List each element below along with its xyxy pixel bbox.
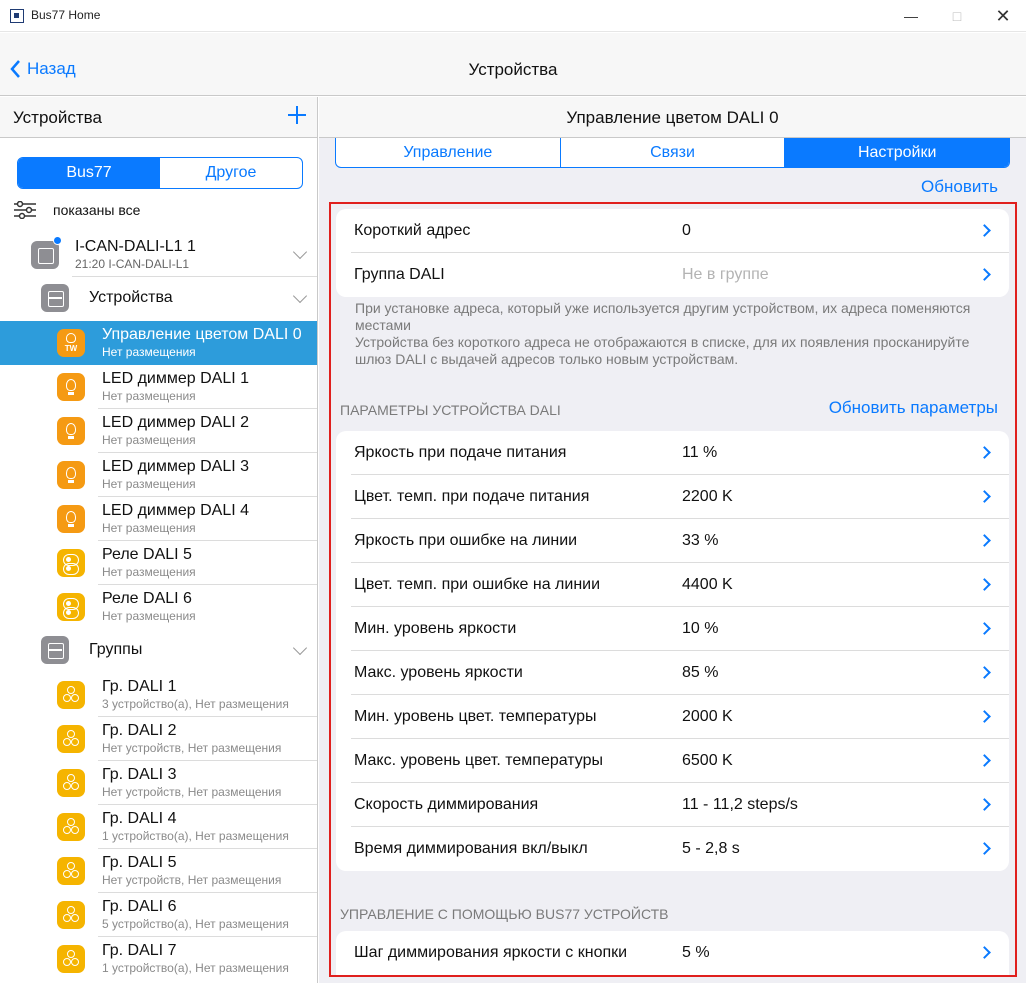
group-row[interactable]: Гр. DALI 5 Нет устройств, Нет размещения [0, 849, 317, 893]
tw-badge: TW [64, 344, 78, 353]
device-row[interactable]: LED диммер DALI 3 Нет размещения [0, 453, 317, 497]
filter-sliders-icon [14, 201, 36, 219]
group-sub: Нет устройств, Нет размещения [102, 873, 282, 887]
filter-label: показаны все [53, 202, 141, 218]
refresh-button[interactable]: Обновить [921, 177, 998, 197]
group-icon [57, 681, 85, 709]
add-icon[interactable] [287, 105, 307, 125]
status-dot [53, 236, 62, 245]
tab-control[interactable]: Управление [336, 138, 561, 167]
device-row[interactable]: LED диммер DALI 2 Нет размещения [0, 409, 317, 453]
group-sub: 3 устройство(а), Нет размещения [102, 697, 289, 711]
group-icon [57, 725, 85, 753]
device-row-selected[interactable]: TW Управление цветом DALI 0 Нет размещени… [0, 321, 317, 365]
device-settings-panel: Управление цветом DALI 0 Управление Связ… [319, 97, 1026, 983]
group-name: Гр. DALI 2 [102, 722, 177, 739]
devices-folder-label: Устройства [89, 289, 173, 306]
highlight-frame [329, 202, 1017, 977]
device-sub: Нет размещения [102, 565, 196, 579]
device-tree-panel: Устройства Bus77 Другое показаны все I-C… [0, 97, 318, 983]
divider [72, 276, 317, 277]
source-segmented-control: Bus77 Другое [17, 157, 303, 189]
group-icon [57, 857, 85, 885]
bulb-icon [57, 417, 85, 445]
devices-folder-row[interactable]: Устройства [0, 279, 317, 319]
segment-other[interactable]: Другое [160, 158, 302, 188]
minimize-icon[interactable]: — [888, 0, 934, 32]
group-row[interactable]: Гр. DALI 3 Нет устройств, Нет размещения [0, 761, 317, 805]
chevron-down-icon[interactable] [292, 640, 308, 656]
group-sub: 5 устройство(а), Нет размещения [102, 917, 289, 931]
bulb-icon [57, 461, 85, 489]
group-row[interactable]: Гр. DALI 1 3 устройство(а), Нет размещени… [0, 673, 317, 717]
group-row[interactable]: Гр. DALI 7 1 устройство(а), Нет размещени… [0, 937, 317, 981]
device-name: Управление цветом DALI 0 [102, 326, 302, 343]
device-title: Управление цветом DALI 0 [319, 97, 1026, 138]
chip-icon [31, 241, 59, 269]
group-icon [57, 945, 85, 973]
device-sub: Нет размещения [102, 609, 196, 623]
group-row[interactable]: Гр. DALI 6 5 устройство(а), Нет размещени… [0, 893, 317, 937]
group-name: Гр. DALI 3 [102, 766, 177, 783]
group-icon [57, 813, 85, 841]
navigation-bar: Назад Устройства [0, 33, 1026, 96]
device-row[interactable]: Реле DALI 5 Нет размещения [0, 541, 317, 585]
group-sub: Нет устройств, Нет размещения [102, 785, 282, 799]
group-name: Гр. DALI 4 [102, 810, 177, 827]
device-name: LED диммер DALI 4 [102, 502, 249, 519]
group-name: Гр. DALI 7 [102, 942, 177, 959]
folder-icon [41, 636, 69, 664]
app-icon [10, 9, 24, 23]
device-sub: Нет размещения [102, 389, 196, 403]
device-row[interactable]: Реле DALI 6 Нет размещения [0, 585, 317, 629]
settings-tabs: Управление Связи Настройки [335, 138, 1010, 168]
device-row[interactable]: LED диммер DALI 4 Нет размещения [0, 497, 317, 541]
group-sub: 1 устройство(а), Нет размещения [102, 829, 289, 843]
group-icon [57, 901, 85, 929]
group-sub: 1 устройство(а), Нет размещения [102, 961, 289, 975]
relay-icon [57, 593, 85, 621]
tw-light-icon: TW [57, 329, 85, 357]
chevron-down-icon[interactable] [292, 288, 308, 304]
group-row[interactable]: Гр. DALI 2 Нет устройств, Нет размещения [0, 717, 317, 761]
device-name: LED диммер DALI 2 [102, 414, 249, 431]
page-title: Устройства [468, 60, 558, 79]
tab-settings[interactable]: Настройки [785, 138, 1009, 167]
device-sub: Нет размещения [102, 521, 196, 535]
groups-folder-label: Группы [89, 641, 143, 658]
group-row[interactable]: Гр. DALI 4 1 устройство(а), Нет размещени… [0, 805, 317, 849]
group-name: Гр. DALI 1 [102, 678, 177, 695]
window-titlebar: Bus77 Home — □ ✕ [0, 0, 1026, 32]
filter-button[interactable]: показаны все [13, 201, 140, 219]
device-row[interactable]: LED диммер DALI 1 Нет размещения [0, 365, 317, 409]
device-name: LED диммер DALI 3 [102, 458, 249, 475]
group-name: Гр. DALI 6 [102, 898, 177, 915]
gateway-name: I-CAN-DALI-L1 1 [75, 238, 196, 255]
group-name: Гр. DALI 5 [102, 854, 177, 871]
group-sub: Нет устройств, Нет размещения [102, 741, 282, 755]
group-icon [57, 769, 85, 797]
device-name: Реле DALI 5 [102, 546, 192, 563]
left-panel-title: Устройства [13, 108, 102, 127]
device-sub: Нет размещения [102, 433, 196, 447]
bulb-icon [57, 373, 85, 401]
segment-bus77[interactable]: Bus77 [18, 158, 160, 188]
close-icon[interactable]: ✕ [980, 0, 1026, 32]
window-title: Bus77 Home [31, 8, 101, 22]
relay-icon [57, 549, 85, 577]
device-name: Реле DALI 6 [102, 590, 192, 607]
bulb-icon [57, 505, 85, 533]
maximize-icon[interactable]: □ [934, 0, 980, 32]
gateway-sub: 21:20 I-CAN-DALI-L1 [75, 257, 190, 271]
tab-links[interactable]: Связи [561, 138, 786, 167]
left-panel-header: Устройства [0, 97, 317, 138]
device-sub: Нет размещения [102, 345, 196, 359]
gateway-row[interactable]: I-CAN-DALI-L1 1 21:20 I-CAN-DALI-L1 [0, 233, 317, 277]
folder-icon [41, 284, 69, 312]
device-name: LED диммер DALI 1 [102, 370, 249, 387]
device-sub: Нет размещения [102, 477, 196, 491]
chevron-down-icon[interactable] [292, 244, 308, 260]
groups-folder-row[interactable]: Группы [0, 631, 317, 671]
